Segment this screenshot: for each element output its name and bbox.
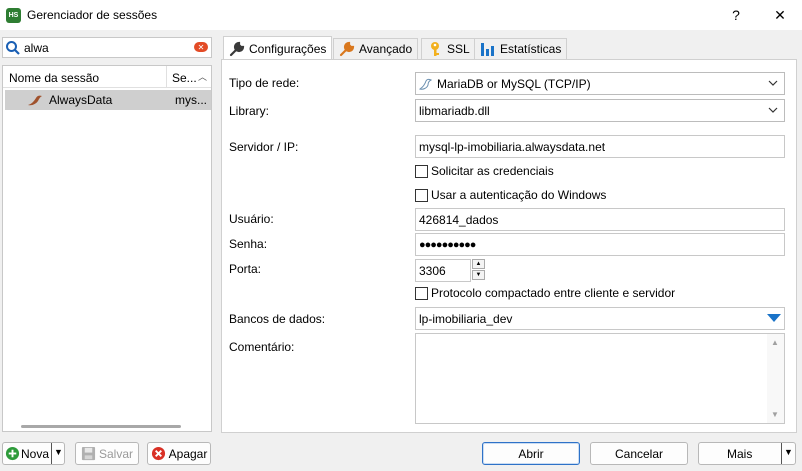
password-value: ●●●●●●●●●● [419,238,476,251]
server-label: Servidor / IP: [229,140,299,154]
user-value: 426814_dados [419,212,499,227]
column-header-type-label: Se... [172,71,197,85]
delete-icon [151,446,165,461]
scroll-up-icon[interactable]: ▲ [771,338,779,347]
checkbox-box[interactable] [415,188,428,202]
horizontal-scrollbar[interactable] [21,425,181,428]
cancel-button[interactable]: Cancelar [590,442,688,465]
tab-avancado[interactable]: Avançado [333,38,419,59]
floppy-disk-icon [81,446,96,461]
session-search-box: ✕ [2,37,212,58]
help-button[interactable]: ? [716,0,756,30]
port-label: Porta: [229,262,262,276]
library-select[interactable]: libmariadb.dll [415,99,785,122]
key-icon [431,42,439,56]
comment-textarea[interactable]: ▲ ▼ [415,333,785,424]
more-button-label: Mais [727,446,753,461]
windows-auth-label: Usar a autenticação do Windows [431,188,607,202]
column-header-type[interactable]: Se... ︿ [167,66,211,87]
tab-label: SSL [447,42,470,56]
dropdown-arrow-icon[interactable]: ▼ [54,447,63,457]
network-type-label: Tipo de rede: [229,76,300,90]
dropdown-arrow-icon[interactable] [766,313,782,323]
databases-input[interactable]: lp-imobiliaria_dev [415,307,785,330]
mariadb-seal-icon [419,78,433,90]
plus-circle-icon [5,446,20,461]
open-button-label: Abrir [518,446,544,461]
decrement-icon[interactable]: ▼ [472,270,485,280]
tab-estatisticas[interactable]: Estatísticas [474,38,568,59]
compression-label: Protocolo compactado entre cliente e ser… [431,286,676,300]
save-button-label: Salvar [98,446,133,461]
save-button[interactable]: Salvar [75,442,139,465]
new-session-button[interactable]: Nova ▼ [2,442,65,465]
compression-checkbox[interactable]: Protocolo compactado entre cliente e ser… [415,286,675,300]
delete-button-label: Apagar [168,446,208,461]
port-value: 3306 [419,263,446,278]
session-name: AlwaysData [49,93,113,107]
databases-label: Bancos de dados: [229,312,326,326]
session-type: mys... [175,93,207,107]
password-label: Senha: [229,237,268,251]
title-bar: HS Gerenciador de sessões ? ✕ [0,0,802,30]
chevron-down-icon [768,107,778,113]
cancel-button-label: Cancelar [614,446,664,461]
network-type-value: MariaDB or MySQL (TCP/IP) [437,76,591,91]
open-button[interactable]: Abrir [482,442,580,465]
tab-label: Configurações [249,41,327,56]
search-icon [6,40,20,55]
sort-ascending-icon: ︿ [197,72,207,82]
chevron-down-icon [768,80,778,86]
close-button[interactable]: ✕ [760,0,800,30]
password-input[interactable]: ●●●●●●●●●● [415,233,785,256]
library-value: libmariadb.dll [419,103,490,118]
split-divider [51,443,52,464]
bar-chart-icon [481,43,494,56]
increment-icon[interactable]: ▲ [472,259,485,269]
windows-auth-checkbox[interactable]: Usar a autenticação do Windows [415,188,606,202]
list-header: Nome da sessão Se... ︿ [3,66,211,88]
checkbox-box[interactable] [415,286,428,300]
network-type-select[interactable]: MariaDB or MySQL (TCP/IP) [415,72,785,95]
app-icon: HS [6,7,21,23]
delete-button[interactable]: Apagar [147,442,211,465]
tab-label: Avançado [359,42,413,56]
clear-search-icon[interactable]: ✕ [194,42,208,52]
mariadb-seal-icon [28,95,42,106]
checkbox-box[interactable] [415,164,428,178]
server-input[interactable]: mysql-lp-imobiliaria.alwaysdata.net [415,135,785,158]
ask-credentials-label: Solicitar as credenciais [431,164,554,178]
tab-ssl[interactable]: SSL [421,38,476,59]
port-stepper[interactable]: ▲ ▼ [472,259,487,281]
wrench-orange-icon [339,41,355,57]
column-header-name[interactable]: Nome da sessão [3,66,167,88]
ask-credentials-checkbox[interactable]: Solicitar as credenciais [415,164,554,178]
new-button-label: Nova [21,446,50,461]
tab-label: Estatísticas [500,42,562,56]
more-button[interactable]: Mais ▼ [698,442,796,465]
wrench-icon [229,41,245,56]
comment-label: Comentário: [229,340,295,354]
vertical-scrollbar[interactable]: ▲ ▼ [767,334,784,423]
window-title: Gerenciador de sessões [27,8,158,22]
server-value: mysql-lp-imobiliaria.alwaysdata.net [419,139,606,154]
user-input[interactable]: 426814_dados [415,208,785,231]
split-divider [781,443,782,464]
dropdown-arrow-icon[interactable]: ▼ [784,447,793,457]
port-input[interactable]: 3306 [415,259,471,282]
search-input[interactable] [21,40,181,55]
list-item[interactable]: AlwaysData mys... [5,90,211,110]
user-label: Usuário: [229,212,274,226]
session-list[interactable]: Nome da sessão Se... ︿ AlwaysData mys... [2,65,212,432]
library-label: Library: [229,104,270,118]
tab-configuracoes[interactable]: Configurações [223,36,333,60]
scroll-down-icon[interactable]: ▼ [771,410,779,419]
databases-value: lp-imobiliaria_dev [419,311,513,326]
